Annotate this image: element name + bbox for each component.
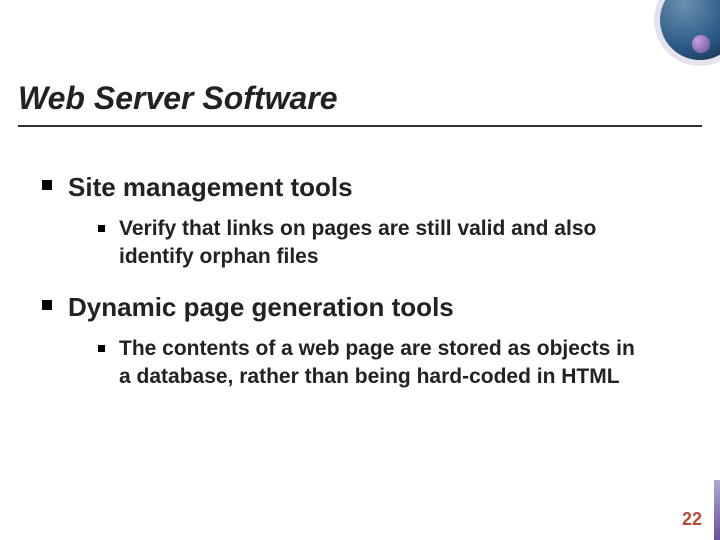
bullet-level1: Site management tools xyxy=(42,170,678,205)
bullet-text: Dynamic page generation tools xyxy=(68,290,454,325)
square-bullet-icon xyxy=(42,180,52,190)
page-number: 22 xyxy=(682,509,702,530)
bullet-level1: Dynamic page generation tools xyxy=(42,290,678,325)
square-bullet-icon xyxy=(98,345,105,352)
bullet-level2: Verify that links on pages are still val… xyxy=(98,215,678,272)
bullet-level2: The contents of a web page are stored as… xyxy=(98,335,678,392)
corner-strip-decoration xyxy=(714,480,720,540)
title-underline xyxy=(18,125,702,127)
bullet-text: The contents of a web page are stored as… xyxy=(119,335,639,392)
bullet-text: Verify that links on pages are still val… xyxy=(119,215,639,272)
content-area: Site management tools Verify that links … xyxy=(42,170,678,410)
square-bullet-icon xyxy=(42,300,52,310)
square-bullet-icon xyxy=(98,225,105,232)
slide-title: Web Server Software xyxy=(18,80,702,125)
bullet-text: Site management tools xyxy=(68,170,353,205)
corner-sphere-decoration xyxy=(660,0,720,60)
title-area: Web Server Software xyxy=(18,80,702,127)
